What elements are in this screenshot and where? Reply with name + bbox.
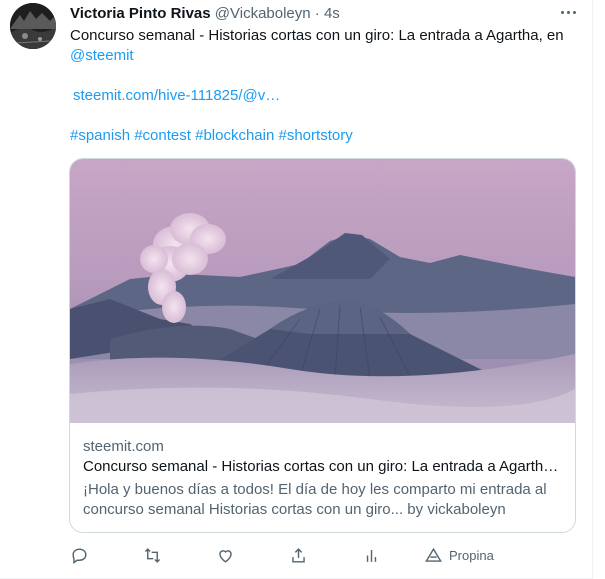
tip-icon: [425, 547, 442, 562]
avatar[interactable]: [10, 3, 56, 49]
more-icon[interactable]: [559, 6, 583, 20]
mention-link[interactable]: @steemit: [70, 47, 134, 64]
tip-button[interactable]: Propina: [424, 543, 494, 567]
tweet-actions: Propina: [70, 543, 590, 567]
card-description: ¡Hola y buenos días a todos! El día de h…: [83, 481, 547, 518]
like-button[interactable]: [216, 543, 235, 567]
link-preview-card[interactable]: steemit.com Concurso semanal - Historias…: [69, 158, 576, 533]
hashtag-list: #spanish #contest #blockchain #shortstor…: [70, 126, 353, 146]
retweet-icon: [144, 547, 161, 563]
author-name[interactable]: Victoria Pinto Rivas: [70, 5, 211, 22]
tweet-text-line1: Concurso semanal - Historias cortas con …: [70, 27, 564, 44]
tweet-header: Victoria Pinto Rivas @Vickaboleyn · 4s: [70, 5, 585, 25]
author-handle[interactable]: @Vickaboleyn: [215, 5, 311, 22]
analytics-button[interactable]: [362, 543, 381, 567]
reply-icon: [72, 547, 87, 564]
reply-button[interactable]: [70, 543, 89, 567]
share-button[interactable]: [289, 543, 308, 567]
share-icon: [292, 547, 305, 563]
analytics-icon: [366, 549, 377, 562]
hashtag-link[interactable]: #shortstory: [279, 127, 353, 144]
retweet-button[interactable]: [143, 543, 162, 567]
hashtag-link[interactable]: #contest: [134, 127, 191, 144]
hashtag-link[interactable]: #spanish: [70, 127, 130, 144]
timeline-border: [592, 0, 593, 579]
tip-label: Propina: [449, 547, 494, 563]
separator-dot: ·: [314, 5, 320, 22]
like-icon: [219, 549, 232, 563]
card-domain: steemit.com: [83, 438, 164, 455]
hashtag-link[interactable]: #blockchain: [195, 127, 274, 144]
tweet-url-link[interactable]: steemit.com/hive-111825/@v…: [73, 87, 280, 104]
card-title: Concurso semanal - Historias cortas con …: [83, 458, 559, 475]
card-body[interactable]: steemit.com Concurso semanal - Historias…: [83, 437, 565, 520]
card-image[interactable]: [70, 159, 575, 423]
timestamp[interactable]: 4s: [324, 5, 340, 22]
